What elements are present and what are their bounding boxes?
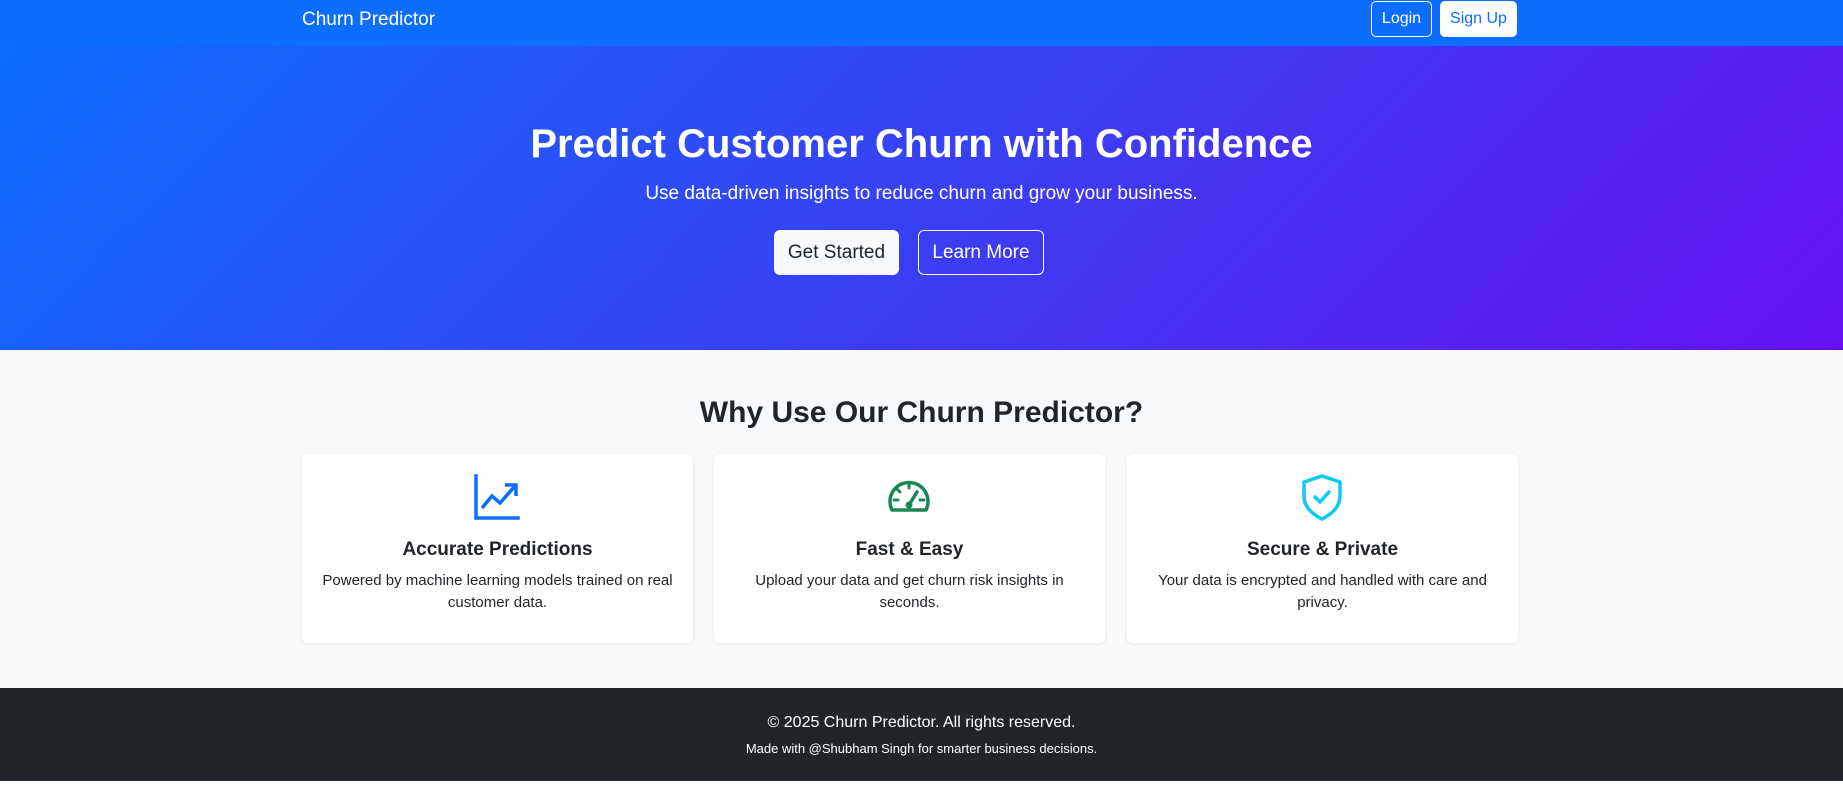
feature-card-accurate: Accurate Predictions Powered by machine …: [302, 454, 693, 643]
feature-card-fast: Fast & Easy Upload your data and get chu…: [714, 454, 1105, 643]
feature-title: Accurate Predictions: [402, 539, 593, 560]
footer-copyright: © 2025 Churn Predictor. All rights reser…: [767, 714, 1076, 731]
navbar: Churn Predictor Login Sign Up: [0, 0, 1843, 46]
footer: © 2025 Churn Predictor. All rights reser…: [0, 688, 1843, 781]
learn-more-button[interactable]: Learn More: [918, 230, 1044, 275]
features-title: Why Use Our Churn Predictor?: [699, 396, 1144, 429]
get-started-button[interactable]: Get Started: [774, 230, 899, 275]
footer-credit: Made with @Shubham Singh for smarter bus…: [745, 741, 1098, 756]
shield-check-icon: [1302, 474, 1342, 521]
hero-title: Predict Customer Churn with Confidence: [530, 122, 1313, 166]
features-section: Why Use Our Churn Predictor? Accurate Pr…: [0, 350, 1843, 688]
feature-text: Upload your data and get churn risk insi…: [755, 572, 1064, 611]
signup-button[interactable]: Sign Up: [1440, 1, 1517, 37]
speedometer-icon: [888, 480, 930, 512]
hero-subtitle: Use data-driven insights to reduce churn…: [645, 183, 1198, 204]
feature-title: Fast & Easy: [855, 539, 964, 560]
feature-text: Your data is encrypted and handled with …: [1158, 572, 1487, 611]
hero-section: Predict Customer Churn with Confidence U…: [0, 46, 1843, 350]
feature-text: Powered by machine learning models train…: [322, 572, 673, 611]
brand-link[interactable]: Churn Predictor: [302, 9, 435, 31]
feature-title: Secure & Private: [1246, 539, 1399, 560]
graph-up-icon: [474, 474, 520, 520]
login-button[interactable]: Login: [1371, 1, 1432, 37]
feature-card-secure: Secure & Private Your data is encrypted …: [1127, 454, 1518, 643]
